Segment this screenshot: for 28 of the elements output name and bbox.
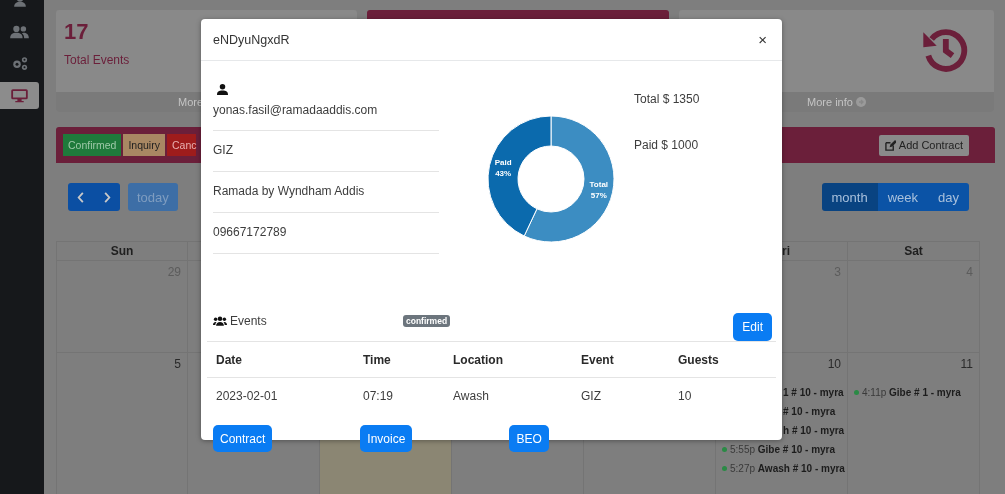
column-header: Guests [669, 342, 776, 378]
table-cell: 2023-02-01 [207, 377, 354, 413]
table-cell: 10 [669, 377, 776, 413]
table-cell: Awash [444, 377, 572, 413]
weekday-label: ri [781, 244, 790, 258]
contact-detail: Ramada by Wyndham Addis [213, 184, 365, 198]
modal-title: eNDyuNgxdR [213, 32, 290, 47]
table-cell: 07:19 [354, 377, 444, 413]
column-header: Location [444, 342, 572, 378]
weekday-label: Sat [904, 244, 923, 258]
slice-label: Paid 43% [494, 158, 512, 179]
contact-detail: GIZ [213, 143, 233, 157]
section-label: Events [230, 313, 267, 328]
stat-value: 17 [64, 18, 89, 46]
column-header: Time [354, 342, 444, 378]
contact-detail: yonas.fasil@ramadaaddis.com [213, 103, 378, 117]
status-badge: confirmed [403, 314, 451, 327]
status-legend: Confirmed [63, 134, 122, 156]
weekday-label: Sun [110, 244, 134, 258]
stat-label: Total Events [64, 53, 130, 67]
amount-label: Paid $ 1000 [634, 138, 700, 152]
contact-detail: 09667172789 [213, 225, 287, 239]
column-header: Date [207, 342, 354, 378]
slice-label: Total 57% [589, 179, 608, 200]
column-header: Event [572, 342, 669, 378]
status-legend: Canc [166, 134, 197, 156]
status-legend: Inquiry [123, 134, 165, 156]
table-cell: GIZ [572, 377, 669, 413]
